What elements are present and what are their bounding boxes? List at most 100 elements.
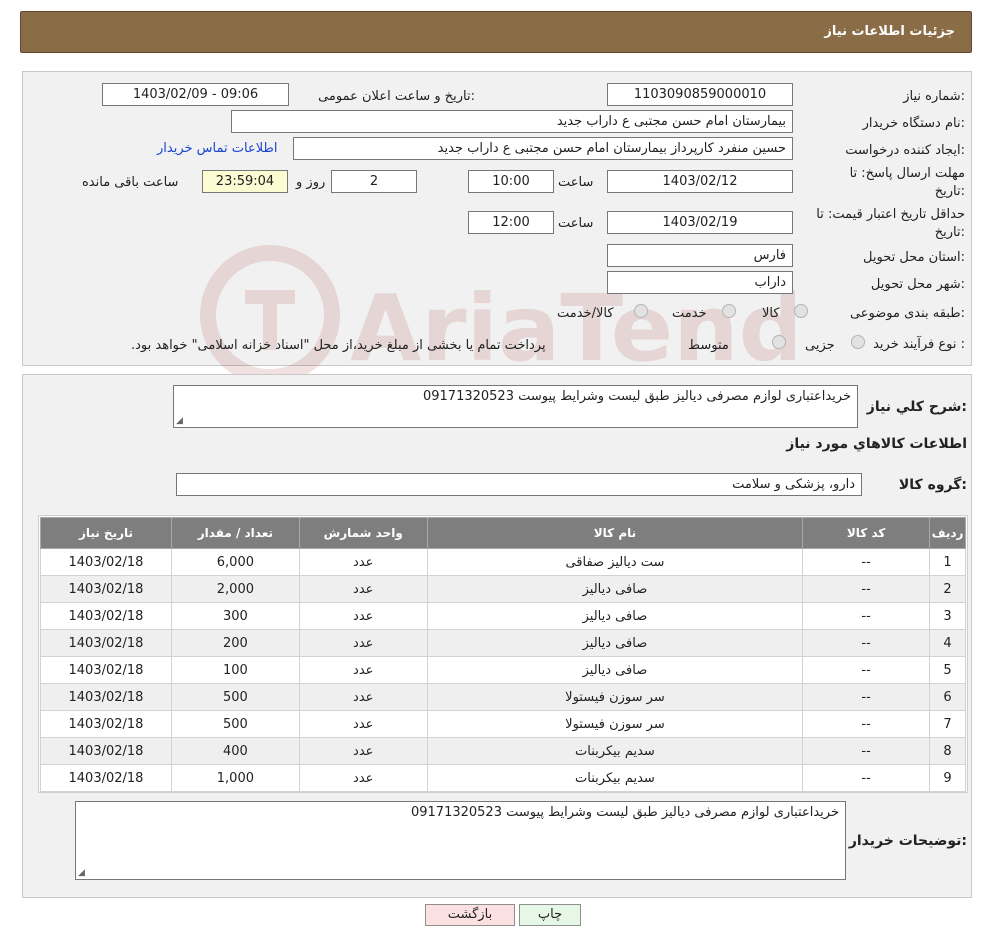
cell-date: 1403/02/18 [40, 737, 172, 765]
category-label: طبقه بندی موضوعی: [849, 306, 965, 321]
cell-unit: عدد [298, 683, 428, 711]
creator-label: ایجاد کننده درخواست: [845, 143, 965, 158]
print-button[interactable]: چاپ [519, 904, 581, 926]
process-note: پرداخت تمام یا بخشی از مبلغ خرید،از محل … [131, 338, 546, 353]
cell-name: صافی دیالیز [426, 629, 804, 657]
category-service-radio[interactable] [722, 304, 736, 318]
summary-label: شرح کلي نياز: [866, 399, 967, 415]
buyer-contact-link[interactable]: اطلاعات تماس خریدار [157, 141, 277, 156]
goods-group-label: گروه کالا: [898, 477, 967, 493]
cell-row: 5 [929, 656, 966, 684]
province-label: استان محل تحویل: [863, 250, 965, 265]
validity-label-2: تاریخ: [934, 225, 965, 240]
process-minor-radio[interactable] [851, 335, 865, 349]
cell-date: 1403/02/18 [40, 629, 172, 657]
table-row: 8 -- سدیم بیکربنات عدد 400 1403/02/18 [40, 737, 966, 765]
cell-code: -- [802, 764, 931, 792]
cell-unit: عدد [298, 548, 428, 576]
cell-date: 1403/02/18 [40, 575, 172, 603]
creator-field: حسین منفرد کارپرداز بیمارستان امام حسن م… [293, 137, 793, 160]
remaining-time-field: 23:59:04 [202, 170, 288, 193]
table-row: 9 -- سدیم بیکربنات عدد 1,000 1403/02/18 [40, 764, 966, 792]
process-medium-radio[interactable] [772, 335, 786, 349]
cell-qty: 500 [170, 710, 300, 738]
category-goods-label: کالا [762, 306, 780, 321]
province-field: فارس [607, 244, 793, 267]
cell-code: -- [802, 548, 931, 576]
col-qty-header: تعداد / مقدار [170, 517, 300, 549]
table-row: 2 -- صافی دیالیز عدد 2,000 1403/02/18 [40, 575, 966, 603]
col-name-header: نام کالا [426, 517, 804, 549]
back-button[interactable]: بازگشت [425, 904, 515, 926]
cell-name: سر سوزن فیستولا [426, 683, 804, 711]
cell-qty: 6,000 [170, 548, 300, 576]
cell-name: صافی دیالیز [426, 575, 804, 603]
cell-unit: عدد [298, 737, 428, 765]
category-both-label: کالا/خدمت [557, 306, 614, 321]
days-label: روز و [296, 175, 326, 190]
validity-date-field: 1403/02/19 [607, 211, 793, 234]
deadline-label-2: تاریخ: [934, 184, 965, 199]
city-field: داراب [607, 271, 793, 294]
cell-qty: 400 [170, 737, 300, 765]
cell-code: -- [802, 656, 931, 684]
summary-text: خریداعتباری لوازم مصرفی دیالیز طبق لیست … [422, 389, 851, 404]
table-row: 6 -- سر سوزن فیستولا عدد 500 1403/02/18 [40, 683, 966, 711]
announce-date-label: تاریخ و ساعت اعلان عمومی: [318, 89, 475, 104]
cell-row: 1 [929, 548, 966, 576]
buyer-org-label: نام دستگاه خریدار: [862, 116, 965, 131]
cell-name: سدیم بیکربنات [426, 737, 804, 765]
cell-code: -- [802, 710, 931, 738]
cell-qty: 200 [170, 629, 300, 657]
resize-grip-icon[interactable]: ◢ [176, 416, 183, 426]
announce-date-field: 1403/02/09 - 09:06 [102, 83, 289, 106]
cell-unit: عدد [298, 575, 428, 603]
category-both-radio[interactable] [634, 304, 648, 318]
category-goods-radio[interactable] [794, 304, 808, 318]
cell-row: 8 [929, 737, 966, 765]
table-row: 7 -- سر سوزن فیستولا عدد 500 1403/02/18 [40, 710, 966, 738]
buyer-notes-text: خریداعتباری لوازم مصرفی دیالیز طبق لیست … [410, 805, 839, 820]
remaining-label: ساعت باقی مانده [82, 175, 179, 190]
table-row: 4 -- صافی دیالیز عدد 200 1403/02/18 [40, 629, 966, 657]
need-number-field: 1103090859000010 [607, 83, 793, 106]
page-title: جزئیات اطلاعات نیاز [824, 24, 955, 39]
deadline-label: مهلت ارسال پاسخ: تا [849, 166, 965, 181]
days-field: 2 [331, 170, 417, 193]
buyer-org-field: بیمارستان امام حسن مجتبی ع داراب جدید [231, 110, 793, 133]
cell-qty: 300 [170, 602, 300, 630]
need-number-label: شماره نیاز: [903, 89, 965, 104]
cell-qty: 2,000 [170, 575, 300, 603]
col-code-header: کد کالا [802, 517, 931, 549]
cell-date: 1403/02/18 [40, 710, 172, 738]
cell-code: -- [802, 575, 931, 603]
category-service-label: خدمت [672, 306, 707, 321]
col-row-header: ردیف [929, 517, 966, 549]
cell-unit: عدد [298, 710, 428, 738]
process-medium-label: متوسط [688, 338, 729, 353]
page-header: جزئیات اطلاعات نیاز [20, 11, 972, 53]
city-label: شهر محل تحویل: [870, 277, 965, 292]
buyer-notes-field: خریداعتباری لوازم مصرفی دیالیز طبق لیست … [75, 801, 846, 880]
goods-group-field: دارو، پزشکی و سلامت [176, 473, 862, 496]
cell-name: صافی دیالیز [426, 656, 804, 684]
col-unit-header: واحد شمارش [298, 517, 428, 549]
table-row: 5 -- صافی دیالیز عدد 100 1403/02/18 [40, 656, 966, 684]
cell-row: 6 [929, 683, 966, 711]
cell-code: -- [802, 737, 931, 765]
cell-date: 1403/02/18 [40, 656, 172, 684]
resize-grip-icon[interactable]: ◢ [78, 868, 85, 878]
cell-row: 4 [929, 629, 966, 657]
cell-unit: عدد [298, 629, 428, 657]
deadline-time-field: 10:00 [468, 170, 554, 193]
cell-unit: عدد [298, 656, 428, 684]
cell-code: -- [802, 602, 931, 630]
process-label: نوع فرآیند خرید : [873, 337, 965, 352]
cell-unit: عدد [298, 764, 428, 792]
cell-row: 3 [929, 602, 966, 630]
col-date-header: تاریخ نیاز [40, 517, 172, 549]
table-row: 3 -- صافی دیالیز عدد 300 1403/02/18 [40, 602, 966, 630]
deadline-hour-label: ساعت [558, 175, 594, 190]
cell-row: 7 [929, 710, 966, 738]
items-table: ردیف کد کالا نام کالا واحد شمارش تعداد /… [40, 517, 966, 792]
